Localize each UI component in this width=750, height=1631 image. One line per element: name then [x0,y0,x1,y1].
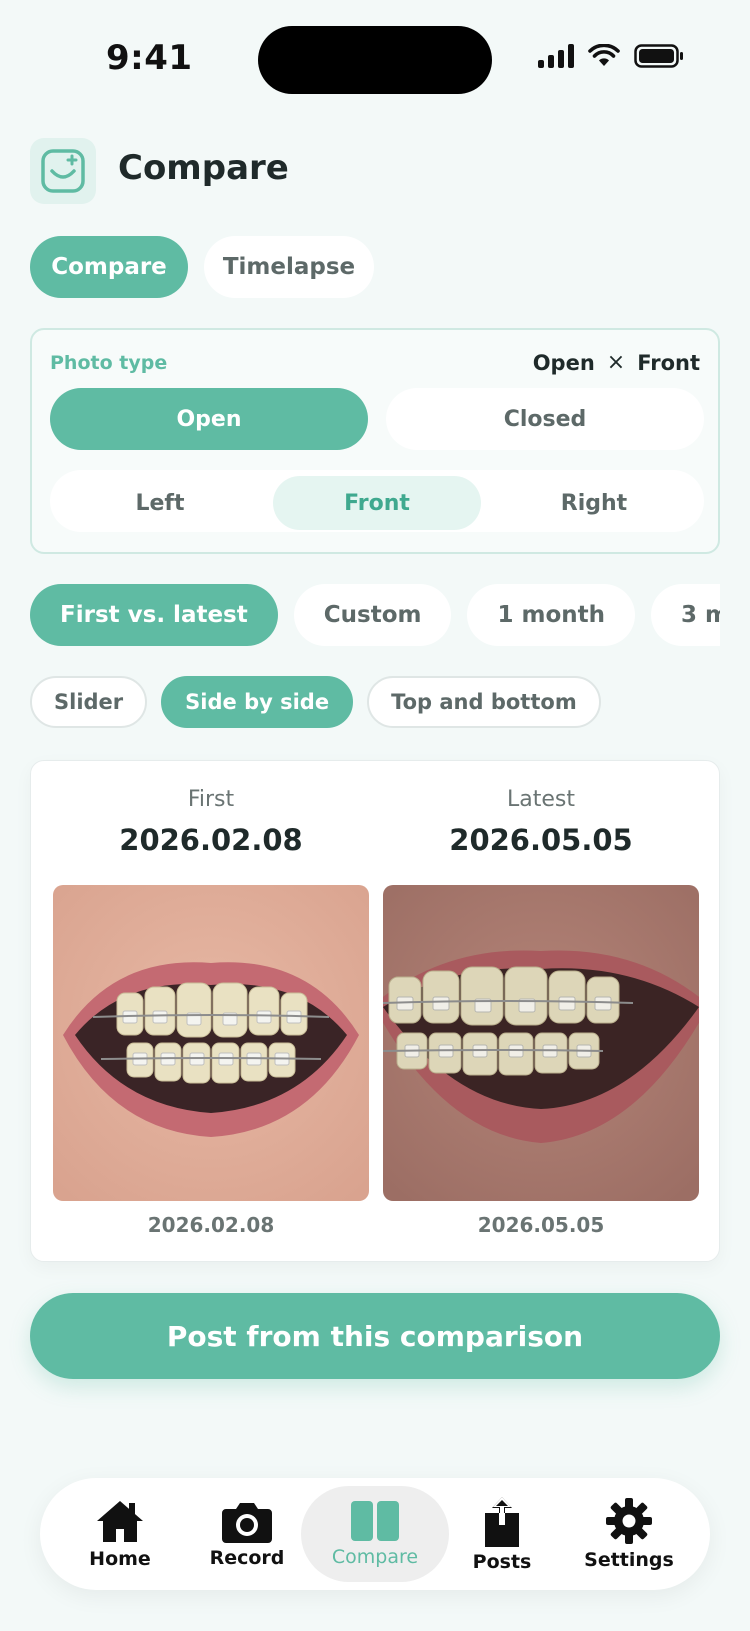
first-caption: 2026.02.08 [147,1213,275,1237]
mouth-toggle: Open Closed [50,388,704,450]
first-date: 2026.02.08 [119,823,303,857]
nav-posts[interactable]: Posts [428,1486,576,1582]
first-photo[interactable] [53,885,369,1201]
house-icon [97,1501,143,1542]
post-comparison-button[interactable]: Post from this comparison [30,1293,720,1379]
period-selector: First vs. latest Custom 1 month 3 months [30,584,720,648]
nav-settings[interactable]: Settings [555,1486,703,1582]
app-logo [30,138,96,204]
share-icon [485,1497,519,1547]
nav-settings-label: Settings [584,1549,674,1571]
photo-type-label: Photo type [50,352,168,374]
cellular-signal-icon [538,44,574,68]
gear-icon [606,1498,652,1544]
photo-type-summary: Open × Front [533,350,700,375]
angle-segmented-control: Left Front Right [50,470,704,532]
compare-icon [351,1501,399,1541]
option-front[interactable]: Front [273,476,481,530]
option-closed[interactable]: Closed [386,388,704,450]
status-bar: 9:41 [0,0,750,120]
dynamic-island [258,26,492,94]
summary-mouth: Open [532,350,595,375]
photo-type-panel: Photo type Open × Front Open Closed Left… [30,328,720,554]
latest-photo[interactable] [383,885,699,1201]
wifi-icon [588,44,620,66]
period-3-months[interactable]: 3 months [651,584,720,646]
layout-selector: Slider Side by side Top and bottom [30,676,601,728]
nav-record[interactable]: Record [173,1486,321,1582]
period-1-month[interactable]: 1 month [467,584,635,646]
nav-compare[interactable]: Compare [301,1486,449,1582]
smile-face-icon [41,149,85,193]
option-left[interactable]: Left [56,476,264,530]
bottom-nav: Home Record Compare Posts Settings [40,1478,710,1590]
layout-side-by-side[interactable]: Side by side [161,676,354,728]
period-custom[interactable]: Custom [293,584,452,646]
summary-separator: × [606,350,626,375]
comparison-card: First 2026.02.08 2026.02.08 Latest 2026.… [30,760,720,1262]
nav-home-label: Home [89,1548,151,1570]
nav-home[interactable]: Home [46,1486,194,1582]
latest-date: 2026.05.05 [449,823,633,857]
tab-timelapse[interactable]: Timelapse [204,236,374,298]
status-time: 9:41 [106,38,193,78]
nav-compare-label: Compare [331,1546,419,1568]
status-icons [538,44,684,68]
summary-angle: Front [637,350,700,375]
layout-slider[interactable]: Slider [30,676,148,728]
tab-compare[interactable]: Compare [30,236,188,298]
nav-posts-label: Posts [472,1551,532,1573]
battery-icon [634,44,683,68]
mode-tabs: Compare Timelapse [30,236,374,298]
option-open[interactable]: Open [50,388,368,450]
latest-caption: 2026.05.05 [477,1213,605,1237]
page-title: Compare [118,148,289,188]
latest-label: Latest [507,787,575,812]
layout-top-and-bottom[interactable]: Top and bottom [367,676,601,728]
first-label: First [187,787,235,812]
period-first-vs-latest[interactable]: First vs. latest [30,584,278,646]
camera-icon [222,1503,272,1543]
option-right[interactable]: Right [490,476,698,530]
nav-record-label: Record [209,1547,285,1569]
